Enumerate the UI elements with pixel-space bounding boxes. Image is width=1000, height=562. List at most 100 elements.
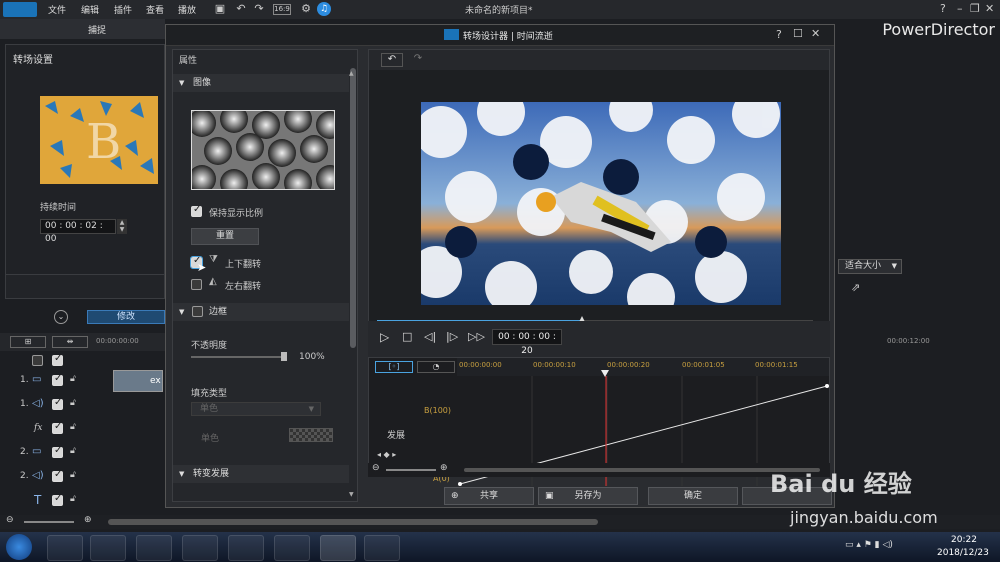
keep-ratio-checkbox[interactable] (191, 204, 202, 217)
lock-icon[interactable]: 🔓︎ (70, 494, 76, 504)
border-section-label: 边框 (209, 307, 228, 317)
redo-button[interactable]: ↷ (407, 53, 429, 67)
track-enable[interactable] (52, 373, 63, 386)
fill-type-select[interactable]: 单色 ▼ (191, 402, 321, 416)
mask-image-preview[interactable] (191, 110, 335, 190)
restore-icon[interactable]: ❐ (970, 2, 980, 15)
taskbar-browser-icon[interactable] (47, 535, 83, 561)
start-button[interactable] (6, 534, 32, 560)
scroll-down-icon[interactable]: ▼ (349, 491, 354, 498)
timeline-clip[interactable]: ex (113, 370, 163, 392)
modify-button[interactable]: 修改 (87, 310, 165, 324)
duration-input[interactable]: 00 : 00 : 02 : 00 (40, 219, 116, 244)
track-enable[interactable] (52, 445, 63, 458)
flip-vertical-icon: ⧩ (209, 254, 218, 265)
taskbar-powerdirector-icon[interactable] (320, 535, 356, 561)
taskbar-explorer-icon[interactable] (90, 535, 126, 561)
image-section-header[interactable]: ▼ 图像 (173, 74, 349, 92)
notification-icon[interactable]: ♫ (317, 2, 331, 16)
video-track-icon: ▭ (32, 446, 42, 457)
menu-file[interactable]: 文件 (48, 3, 66, 16)
image-section-label: 图像 (193, 78, 212, 88)
fit-timeline-icon[interactable]: ⇹ (52, 336, 88, 348)
reset-button[interactable]: 重置 (191, 228, 259, 245)
stop-icon[interactable]: □ (402, 330, 412, 343)
minimize-icon[interactable]: – (957, 2, 963, 15)
kf-zoom-slider[interactable] (386, 469, 436, 471)
export-icon[interactable]: ⇗ (851, 281, 860, 294)
dialog-help-icon[interactable]: ? (776, 28, 782, 41)
taskbar-app5-icon[interactable] (228, 535, 264, 561)
taskbar-firefox-icon[interactable] (182, 535, 218, 561)
undo-icon[interactable]: ↶ (234, 2, 248, 16)
opacity-slider-handle[interactable] (281, 352, 287, 361)
keyframe-mode2-icon[interactable]: ◔ (417, 361, 455, 373)
chevron-down-icon: ▼ (891, 262, 897, 270)
flip-horizontal-checkbox[interactable] (191, 279, 202, 290)
properties-scrollbar[interactable] (350, 68, 356, 348)
opacity-slider[interactable] (191, 356, 285, 358)
lock-icon[interactable]: 🔓︎ (70, 470, 76, 480)
aspect-icon[interactable]: 16:9 (273, 4, 291, 15)
scroll-up-icon[interactable]: ▲ (349, 70, 354, 77)
preview-timecode[interactable]: 00 : 00 : 00 : 20 (492, 329, 562, 356)
color-swatch[interactable] (289, 428, 333, 442)
undo-button[interactable]: ↶ (381, 53, 403, 67)
lock-icon[interactable]: 🔓︎ (70, 422, 76, 432)
transition-section-header[interactable]: ▼ 转变发展 (173, 465, 349, 483)
dialog-maximize-icon[interactable]: ☐ (793, 27, 803, 40)
track-enable[interactable] (52, 397, 63, 410)
settings-gear-icon[interactable]: ⚙ (299, 2, 313, 16)
prev-frame-icon[interactable]: ◁| (424, 330, 436, 343)
next-frame-icon[interactable]: |▷ (446, 330, 458, 343)
menu-edit[interactable]: 编辑 (81, 3, 99, 16)
lock-icon[interactable]: 🔓︎ (70, 398, 76, 408)
brand-title: PowerDirector (882, 20, 995, 39)
track-select-all[interactable] (32, 355, 43, 366)
fast-forward-icon[interactable]: ▷▷ (468, 330, 485, 343)
border-checkbox[interactable] (192, 306, 203, 317)
track-view-icon[interactable]: ⊞ (10, 336, 46, 348)
save-as-button[interactable]: ▣ 另存为 (538, 487, 638, 505)
zoom-slider[interactable] (24, 521, 74, 523)
taskbar-qq-icon[interactable] (136, 535, 172, 561)
duration-stepper[interactable]: ▲ ▼ (117, 219, 127, 234)
menu-play[interactable]: 播放 (178, 3, 196, 16)
playhead-marker-icon[interactable] (601, 370, 609, 377)
track-enable-all[interactable] (52, 353, 63, 366)
taskbar-app8-icon[interactable] (364, 535, 400, 561)
lock-icon[interactable]: 🔓︎ (70, 446, 76, 456)
collapse-toggle-icon[interactable]: ⌄ (54, 310, 68, 324)
transition-thumbnail: B (40, 96, 158, 184)
redo-icon[interactable]: ↷ (252, 2, 266, 16)
track-enable[interactable] (52, 421, 63, 434)
fit-size-label: 适合大小 (845, 261, 882, 271)
menu-plugins[interactable]: 插件 (114, 3, 132, 16)
timeline-scrollbar[interactable] (108, 519, 598, 525)
close-icon[interactable]: ✕ (985, 2, 994, 15)
menu-view[interactable]: 查看 (146, 3, 164, 16)
tab-capture[interactable]: 捕捉 (88, 23, 106, 36)
clock-time[interactable]: 20:22 (951, 535, 977, 545)
share-button[interactable]: ⊕ 共享 (444, 487, 534, 505)
track-enable[interactable] (52, 493, 63, 506)
clock-date[interactable]: 2018/12/23 (937, 548, 989, 558)
keyframe-nav-icons[interactable]: ◂ ◆ ▸ (377, 450, 396, 459)
tray-icons[interactable]: ▭ ▴ ⚑ ▮ ◁) (845, 540, 893, 550)
zoom-out-icon[interactable]: ⊖ (6, 515, 14, 525)
kf-scrollbar[interactable] (464, 468, 820, 472)
keyframe-mode-icon[interactable]: [◦] (375, 361, 413, 373)
track-enable[interactable] (52, 469, 63, 482)
lock-icon[interactable]: 🔓︎ (70, 374, 76, 384)
taskbar-recorder-icon[interactable] (274, 535, 310, 561)
save-icon[interactable]: ▣ (213, 2, 227, 16)
dialog-close-icon[interactable]: ✕ (811, 27, 820, 40)
fit-size-dropdown[interactable]: 适合大小 ▼ (838, 259, 902, 274)
kf-zoom-out-icon[interactable]: ⊖ (372, 463, 380, 473)
kf-zoom-in-icon[interactable]: ⊕ (440, 463, 448, 473)
zoom-in-icon[interactable]: ⊕ (84, 515, 92, 525)
help-icon[interactable]: ? (940, 2, 946, 15)
ok-button[interactable]: 确定 (648, 487, 738, 505)
play-icon[interactable]: ▷ (380, 330, 389, 344)
track-header-row (0, 352, 93, 370)
